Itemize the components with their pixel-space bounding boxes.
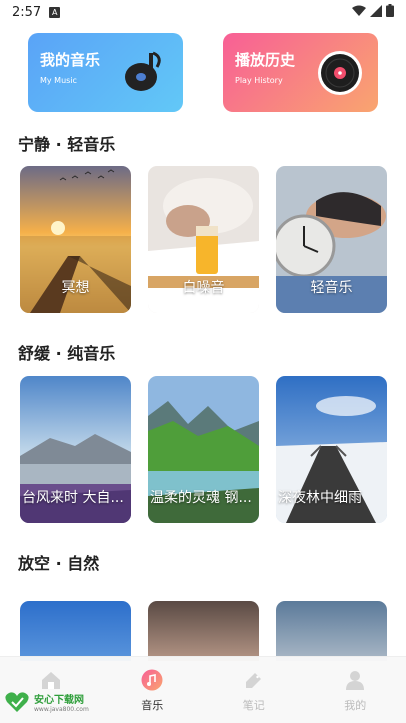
section-title-nature: 放空 · 自然 [18, 554, 100, 573]
tab-music[interactable]: 音乐 [102, 657, 204, 723]
section-title-calm: 宁静 · 轻音乐 [18, 135, 116, 154]
notification-icon: A [49, 6, 61, 18]
profile-icon [346, 671, 365, 690]
tile-light-music[interactable]: 轻音乐 [276, 166, 387, 313]
signal-icon [370, 4, 382, 17]
battery-icon [386, 4, 394, 17]
tab-profile[interactable]: 我的 [305, 657, 406, 723]
tile-typhoon[interactable]: 台风来时 大自... [20, 376, 131, 523]
tile-nature-1[interactable] [20, 601, 131, 661]
my-music-title: 我的音乐 [40, 51, 101, 69]
wifi-icon [352, 5, 366, 16]
vinyl-record-icon [318, 51, 362, 95]
tile-nature-2[interactable] [148, 601, 259, 661]
watermark-url: www.java800.com [34, 706, 89, 713]
status-bar: 2:57 A [0, 0, 406, 24]
home-icon [41, 672, 60, 689]
tile-nature-3[interactable] [276, 601, 387, 661]
tile-label: 温柔的灵魂 钢... [150, 490, 252, 506]
tile-meditation[interactable]: 冥想 [20, 166, 131, 313]
play-history-card[interactable]: 播放历史 Play History [223, 33, 378, 112]
watermark-text: 安心下载网 [34, 695, 84, 706]
tab-label-music: 音乐 [141, 699, 164, 712]
tile-label: 深夜林中细雨 [278, 490, 362, 506]
app-screen: 2:57 A 我的音乐 My Music 播放历史 Play History 宁… [0, 0, 406, 723]
tile-night-rain[interactable]: 深夜林中细雨 [276, 376, 387, 523]
status-time: 2:57 [12, 4, 42, 20]
music-icon [141, 669, 163, 691]
tile-white-noise[interactable]: 白噪音 [148, 166, 259, 313]
tab-label-notes: 笔记 [242, 699, 265, 712]
section-title-soothing: 舒缓 · 纯音乐 [18, 344, 116, 363]
tab-notes[interactable]: 笔记 [203, 657, 305, 723]
tile-label: 冥想 [61, 280, 90, 296]
heart-logo-icon [5, 692, 29, 712]
my-music-card[interactable]: 我的音乐 My Music [28, 33, 183, 112]
status-icons [352, 4, 394, 17]
tile-label: 轻音乐 [310, 280, 353, 296]
tile-label: 台风来时 大自... [22, 490, 124, 506]
tab-label-profile: 我的 [344, 699, 367, 712]
watermark: 安心下载网 www.java800.com [4, 690, 89, 714]
music-disc-icon [125, 51, 161, 91]
play-history-title: 播放历史 [235, 51, 296, 69]
note-icon [245, 673, 261, 688]
tile-label: 白噪音 [182, 280, 225, 296]
play-history-subtitle: Play History [235, 76, 283, 85]
my-music-subtitle: My Music [40, 76, 77, 85]
tile-gentle-soul[interactable]: 温柔的灵魂 钢... [148, 376, 259, 523]
